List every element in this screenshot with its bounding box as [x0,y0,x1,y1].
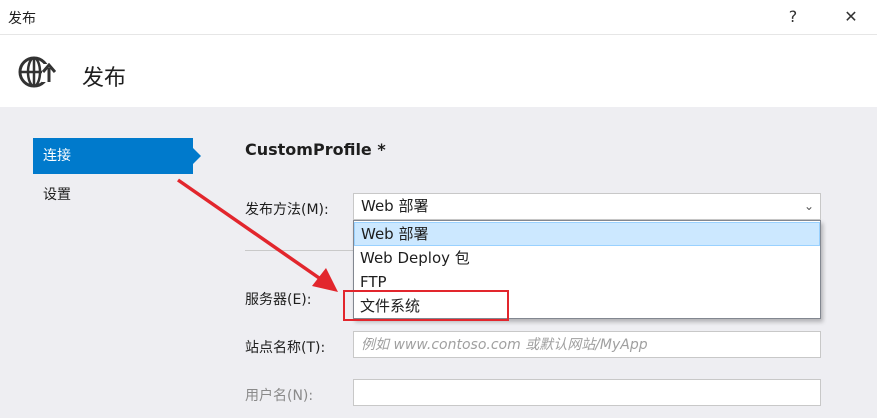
page-title: 发布 [82,66,127,91]
site-name-label: 站点名称(T): [245,340,326,356]
publish-method-select[interactable]: Web 部署 ⌄ [353,193,821,220]
publish-method-value: Web 部署 [361,197,429,215]
help-button[interactable]: ? [779,4,807,30]
nav-active-indicator [193,148,201,164]
window-title: 发布 [8,11,36,27]
profile-name: CustomProfile * [245,140,386,159]
page-header: 发布 [0,34,877,107]
publish-method-label: 发布方法(M): [245,202,329,218]
nav-item-settings[interactable]: 设置 [33,177,193,213]
dropdown-option-web-deploy-package[interactable]: Web Deploy 包 [354,246,820,270]
title-bar: 发布 ? ✕ [0,0,877,34]
dropdown-option-web-deploy[interactable]: Web 部署 [354,222,820,246]
chevron-down-icon[interactable]: ⌄ [804,194,814,219]
site-name-input[interactable] [353,331,821,358]
username-input[interactable] [353,379,821,406]
globe-publish-icon [18,56,56,88]
annotation-highlight-box [343,290,509,321]
nav-item-connection[interactable]: 连接 [33,138,193,174]
close-button[interactable]: ✕ [837,4,865,30]
username-label: 用户名(N): [245,388,314,404]
server-label: 服务器(E): [245,292,312,308]
